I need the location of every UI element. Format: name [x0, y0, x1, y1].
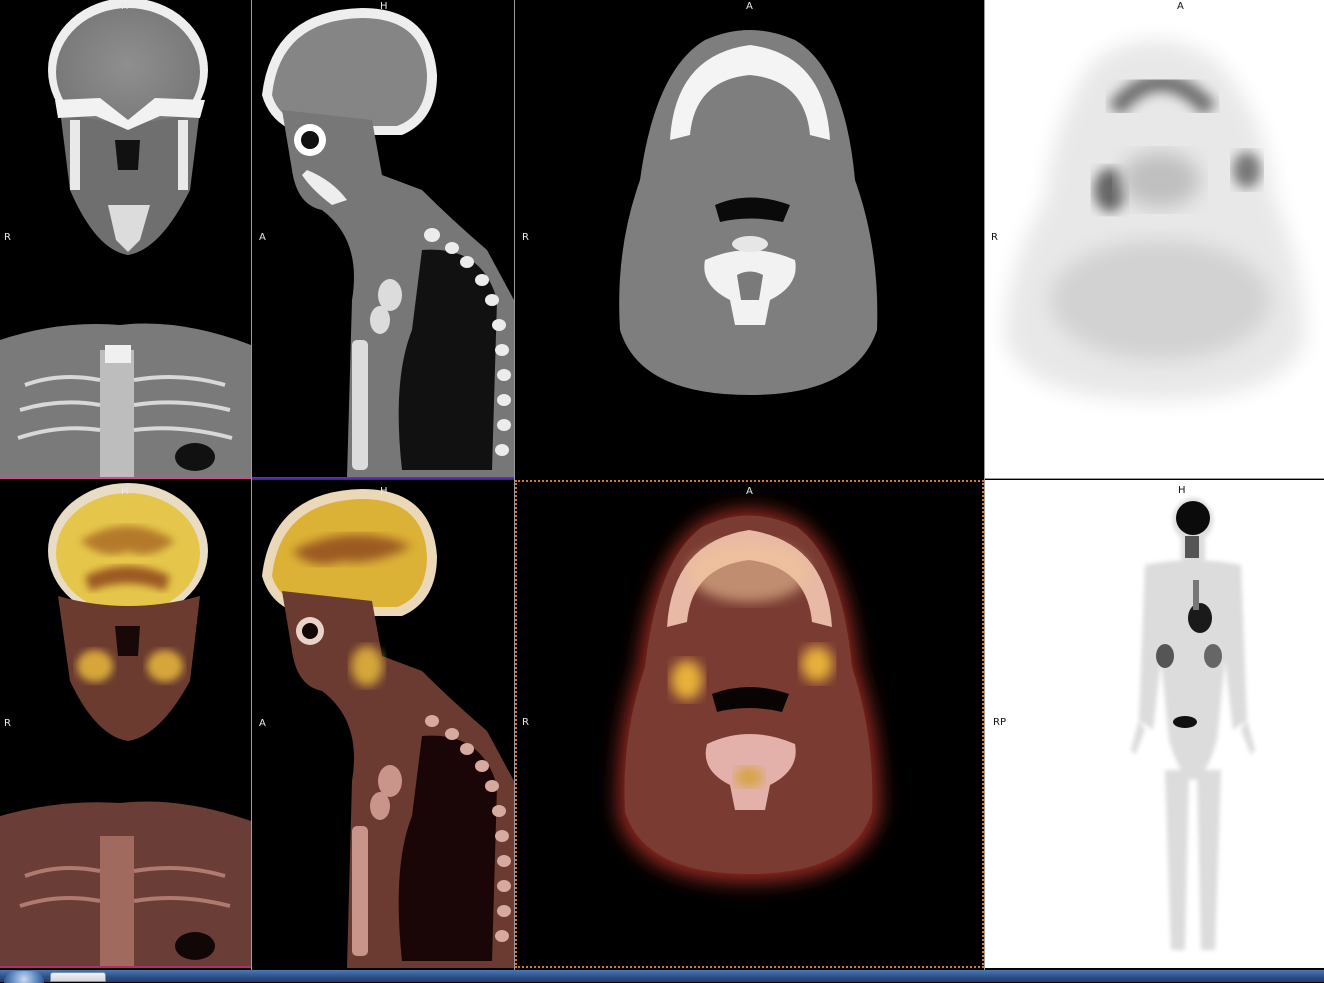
pet-mip-image: [1131, 498, 1255, 950]
fusion-sagittal-viewport[interactable]: H A: [252, 481, 514, 968]
ct-sagittal-image: [262, 8, 514, 477]
pet-mip-viewport[interactable]: H RP: [985, 480, 1324, 968]
viewport-divider: [984, 478, 1324, 479]
viewport-divider: [514, 0, 515, 970]
ct-sagittal-slice-marker: [252, 477, 514, 480]
fusion-axial-image: [618, 509, 880, 882]
fusion-axial-viewport[interactable]: A R: [515, 480, 984, 968]
pet-axial-viewport[interactable]: A R: [985, 0, 1324, 478]
ct-coronal-slice-marker: [0, 477, 251, 479]
ct-axial-viewport[interactable]: A R: [515, 0, 984, 478]
fusion-sagittal-image: [262, 489, 514, 968]
fusion-coronal-slice-marker: [0, 966, 251, 968]
start-button[interactable]: [4, 971, 44, 983]
pet-axial-image: [1005, 40, 1305, 400]
ct-coronal-image: [0, 0, 251, 477]
viewport-divider: [984, 0, 985, 970]
viewport-divider: [251, 0, 252, 970]
taskbar: [0, 970, 1324, 983]
fusion-coronal-viewport[interactable]: H R: [0, 481, 251, 966]
taskbar-app-button[interactable]: [50, 972, 106, 982]
ct-axial-image: [619, 30, 878, 395]
ct-sagittal-viewport[interactable]: H A: [252, 0, 514, 477]
ct-coronal-viewport[interactable]: H R: [0, 0, 251, 477]
fusion-coronal-image: [0, 483, 251, 966]
